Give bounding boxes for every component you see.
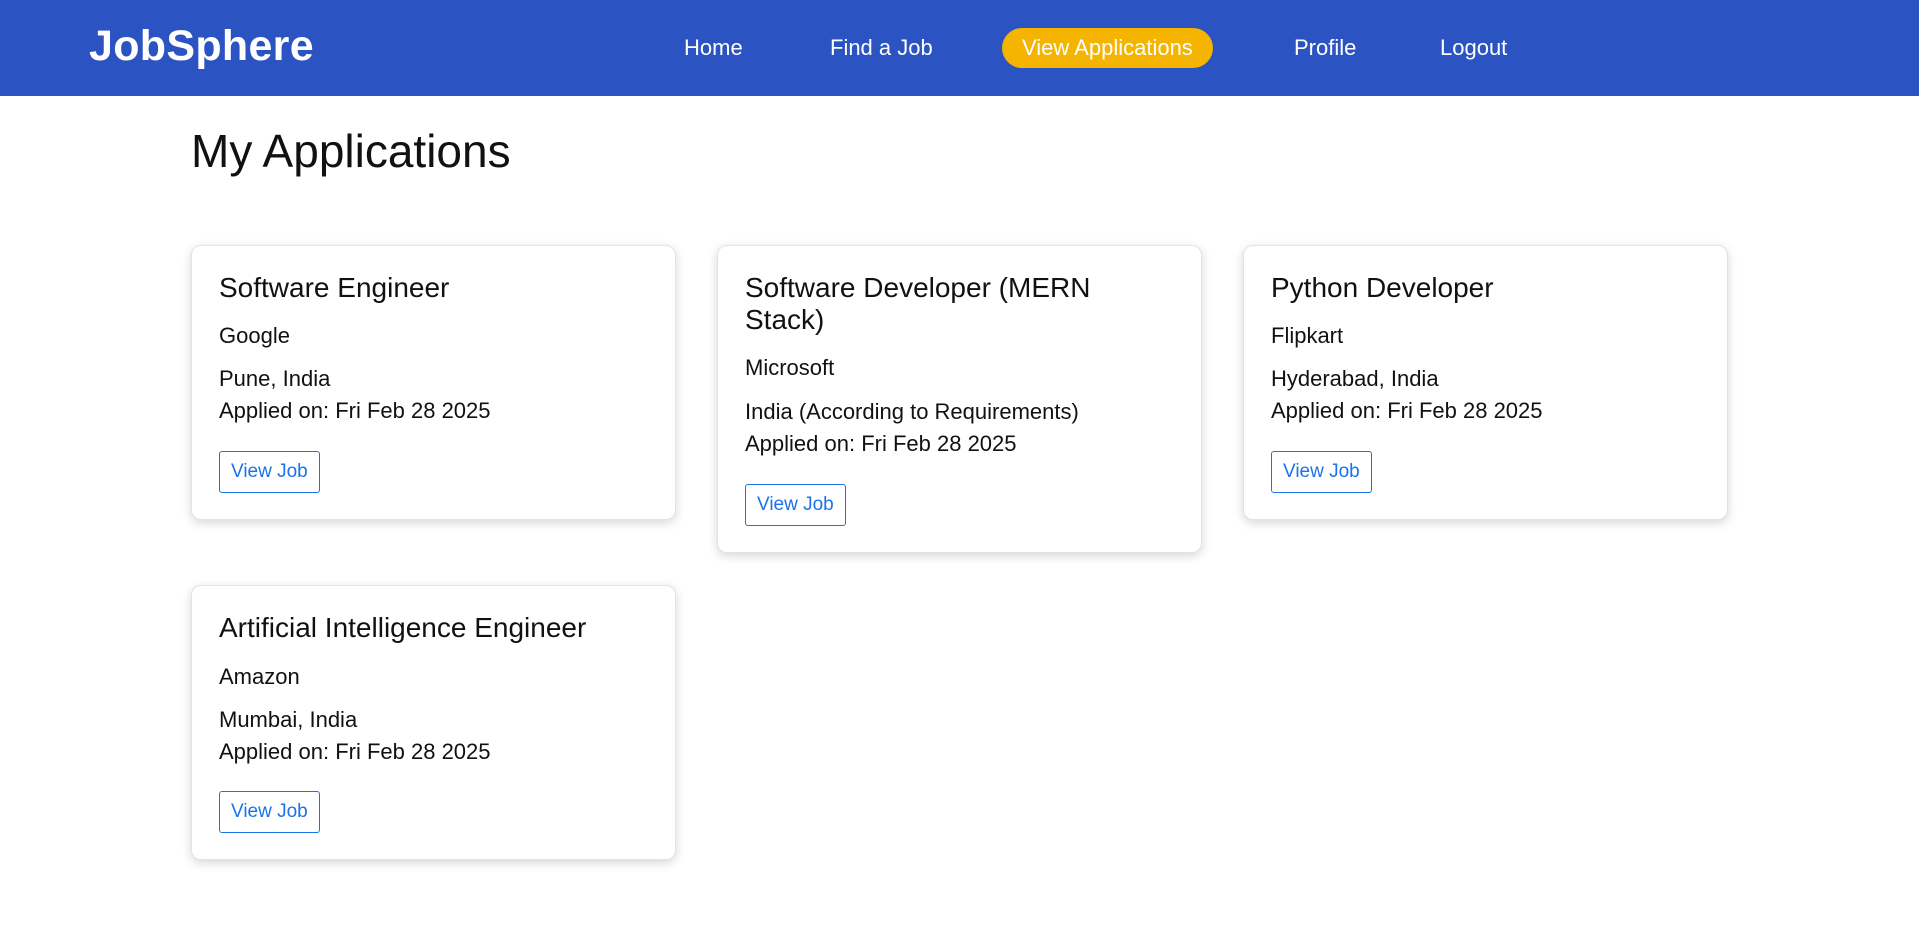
- job-location: Hyderabad, India: [1271, 366, 1439, 391]
- applied-date: Applied on: Fri Feb 28 2025: [745, 431, 1017, 456]
- view-job-button[interactable]: View Job: [1271, 451, 1372, 493]
- brand-logo[interactable]: JobSphere: [89, 22, 314, 71]
- company-name: Amazon: [219, 664, 300, 689]
- application-card: Artificial Intelligence Engineer Amazon …: [191, 585, 676, 860]
- nav-home[interactable]: Home: [684, 28, 743, 68]
- nav-view-applications[interactable]: View Applications: [1002, 28, 1213, 68]
- applied-date: Applied on: Fri Feb 28 2025: [1271, 398, 1543, 423]
- job-location: Pune, India: [219, 366, 331, 391]
- job-title: Software Developer (MERN Stack): [745, 272, 1091, 335]
- job-location: Mumbai, India: [219, 707, 358, 732]
- view-job-button[interactable]: View Job: [219, 791, 320, 833]
- company-name: Google: [219, 323, 290, 348]
- page-title: My Applications: [191, 125, 511, 177]
- nav-find-job[interactable]: Find a Job: [830, 28, 933, 68]
- job-title: Artificial Intelligence Engineer: [219, 612, 587, 643]
- job-title: Python Developer: [1271, 272, 1494, 303]
- application-card: Software Engineer Google Pune, India App…: [191, 245, 676, 520]
- application-card: Software Developer (MERN Stack) Microsof…: [717, 245, 1202, 553]
- application-card: Python Developer Flipkart Hyderabad, Ind…: [1243, 245, 1728, 520]
- company-name: Microsoft: [745, 355, 835, 380]
- navbar: JobSphere Home Find a Job View Applicati…: [0, 0, 1919, 96]
- applied-date: Applied on: Fri Feb 28 2025: [219, 398, 491, 423]
- job-location: India (According to Requirements): [745, 399, 1079, 424]
- company-name: Flipkart: [1271, 323, 1344, 348]
- view-job-button[interactable]: View Job: [745, 484, 846, 526]
- applied-date: Applied on: Fri Feb 28 2025: [219, 739, 491, 764]
- nav-profile[interactable]: Profile: [1294, 28, 1356, 68]
- nav-logout[interactable]: Logout: [1440, 28, 1507, 68]
- job-title: Software Engineer: [219, 272, 450, 303]
- view-job-button[interactable]: View Job: [219, 451, 320, 493]
